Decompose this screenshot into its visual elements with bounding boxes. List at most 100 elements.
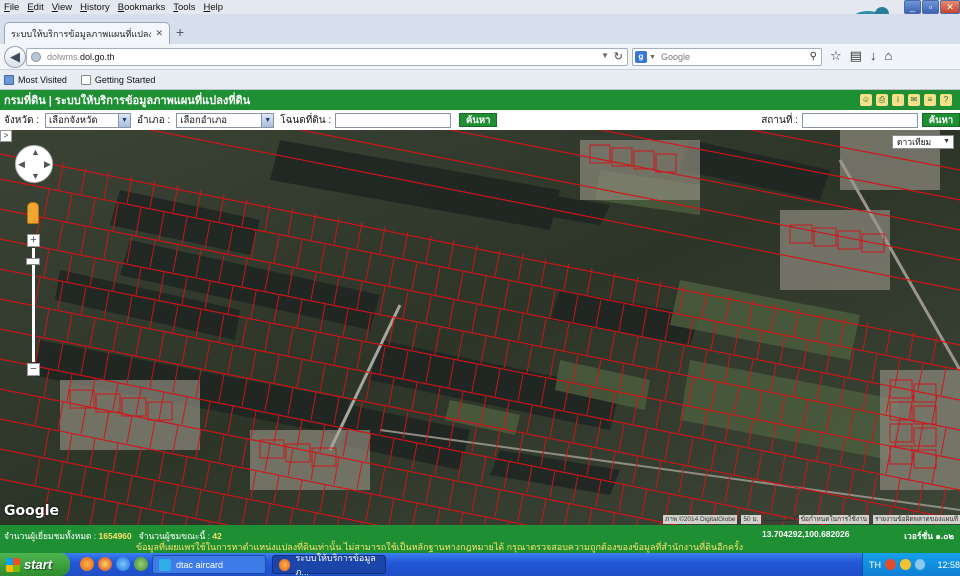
firefox-icon[interactable] [80, 557, 94, 571]
scale-label: 50 ม. [741, 514, 761, 524]
collapse-panel-button[interactable]: > [0, 130, 12, 142]
scale-bar [764, 517, 795, 521]
menu-bookmarks[interactable]: Bookmarks [118, 2, 166, 13]
taskbar-item-dtac[interactable]: dtac aircard [152, 555, 266, 574]
language-indicator[interactable]: TH [869, 560, 881, 570]
taskbar-item-firefox[interactable]: ระบบให้บริการข้อมูลภ... [272, 553, 386, 576]
dtac-icon [159, 558, 171, 571]
zoom-slider-track[interactable] [32, 248, 35, 362]
document-icon[interactable]: ≡ [924, 94, 936, 106]
pan-right-icon[interactable]: ▶ [44, 159, 51, 170]
most-visited-icon [4, 74, 14, 85]
deed-search-button[interactable]: ค้นหา [459, 113, 498, 127]
search-bar[interactable]: g ▼ Google ⚲ [632, 48, 822, 66]
disclaimer-text: ข้อมูลที่เผยแพร่ใช้ในการหาตำแหน่งแปลงที่… [136, 542, 744, 552]
print-icon[interactable]: ⎙ [876, 94, 888, 106]
tab-bar: ระบบให้บริการข้อมูลภาพแผนที่แปลงที่ดิ...… [0, 14, 960, 44]
pan-left-icon[interactable]: ◀ [18, 159, 25, 170]
bookmark-most-visited[interactable]: Most Visited [4, 74, 67, 85]
chevron-down-icon: ▼ [118, 113, 130, 127]
windows-logo-icon [6, 557, 20, 572]
start-label: start [24, 557, 53, 572]
district-select-value: เลือกอำเภอ [180, 114, 227, 126]
site-footer: จำนวนผู้เยี่ยมชมทั้งหมด : 1654960 จำนวนผ… [0, 525, 960, 553]
zoom-slider-thumb[interactable] [26, 258, 40, 265]
menu-history[interactable]: History [80, 2, 110, 13]
map-type-select[interactable]: ดาวเทียม ▼ [892, 135, 954, 149]
place-label: สถานที่ : [761, 114, 798, 126]
header-icons: ☺ ⎙ i ✉ ≡ ? [860, 94, 952, 106]
browser-tab-active[interactable]: ระบบให้บริการข้อมูลภาพแผนที่แปลงที่ดิ...… [4, 22, 170, 44]
mail-icon[interactable]: ✉ [908, 94, 920, 106]
terms-link[interactable]: ข้อกำหนดในการใช้งาน [798, 514, 870, 524]
window-controls: _ ▫ ✕ [903, 0, 960, 14]
globe-icon [31, 52, 41, 62]
home-icon[interactable]: ⌂ [884, 48, 892, 64]
district-select[interactable]: เลือกอำเภอ ▼ [176, 112, 275, 128]
info-icon[interactable]: i [892, 94, 904, 106]
new-tab-button[interactable]: + [176, 24, 184, 40]
menu-view[interactable]: View [52, 2, 72, 13]
total-visitors-count: 1654960 [98, 531, 132, 541]
place-input[interactable] [801, 112, 918, 128]
site-header: กรมที่ดิน | ระบบให้บริการข้อมูลภาพแผนที่… [0, 90, 960, 110]
province-label: จังหวัด : [4, 114, 39, 126]
bookmark-star-icon[interactable]: ☆ [830, 48, 842, 64]
search-icon[interactable]: ⚲ [810, 51, 817, 62]
show-desktop-icon[interactable] [134, 557, 148, 571]
pan-down-icon[interactable]: ▼ [31, 171, 40, 181]
place-search-button[interactable]: ค้นหา [921, 113, 960, 127]
back-button[interactable]: ◀ [4, 46, 26, 68]
bookmark-getting-started[interactable]: Getting Started [80, 74, 155, 85]
search-input[interactable]: Google [661, 52, 690, 62]
navigation-bar: ◀ dolwms.dol.go.th ▼ ↻ g ▼ Google ⚲ ☆ ▤ … [0, 44, 960, 70]
user-icon[interactable]: ☺ [860, 94, 872, 106]
close-window-button[interactable]: ✕ [940, 0, 960, 14]
map-type-label: ดาวเทียม [897, 137, 932, 147]
pan-up-icon[interactable]: ▲ [31, 147, 40, 157]
parcel-search-form: จังหวัด : เลือกจังหวัด ▼ อำเภอ : เลือกอำ… [0, 110, 960, 130]
firefox-icon [279, 558, 291, 571]
google-engine-icon[interactable]: g [635, 51, 647, 63]
street-view-pegman-icon[interactable] [27, 202, 39, 224]
chrome-icon[interactable] [98, 557, 112, 571]
zoom-out-button[interactable]: − [27, 363, 40, 376]
deed-label: โฉนดที่ดิน : [280, 114, 332, 126]
start-button[interactable]: start [0, 553, 70, 576]
menu-help[interactable]: Help [203, 2, 223, 13]
task-label: ระบบให้บริการข้อมูลภ... [295, 552, 376, 576]
reload-icon[interactable]: ↻ [614, 50, 623, 63]
menu-file[interactable]: File [4, 2, 19, 13]
pan-control[interactable]: ▲ ▼ ◀ ▶ [15, 145, 53, 183]
imagery-credit: ภาพ ©2014 DigitalGlobe [662, 514, 738, 524]
url-dropdown-icon[interactable]: ▼ [601, 51, 609, 60]
bookmarks-bar: Most Visited Getting Started [0, 70, 960, 90]
tab-title: ระบบให้บริการข้อมูลภาพแผนที่แปลงที่ดิ... [11, 28, 152, 39]
page-title: กรมที่ดิน | ระบบให้บริการข้อมูลภาพแผนที่… [4, 95, 251, 107]
engine-dropdown-icon[interactable]: ▼ [649, 54, 656, 61]
bookmarks-menu-icon[interactable]: ▤ [850, 48, 862, 64]
network-icon[interactable] [899, 559, 911, 570]
volume-icon[interactable] [914, 559, 926, 570]
internet-explorer-icon[interactable] [116, 557, 130, 571]
menu-edit[interactable]: Edit [27, 2, 43, 13]
report-error-link[interactable]: รายงานข้อผิดพลาดของแผนที่ [873, 514, 960, 524]
menu-tools[interactable]: Tools [173, 2, 195, 13]
help-icon[interactable]: ? [940, 94, 952, 106]
antivirus-icon[interactable] [885, 559, 896, 570]
quick-launch [80, 557, 148, 571]
restore-button[interactable]: ▫ [922, 0, 939, 14]
url-bar[interactable]: dolwms.dol.go.th ▼ ↻ [26, 48, 628, 66]
close-tab-icon[interactable]: ✕ [155, 28, 163, 39]
windows-taskbar: start dtac aircard ระบบให้บริการข้อมูลภ.… [0, 553, 960, 576]
url-text: dolwms.dol.go.th [47, 52, 115, 62]
zoom-in-button[interactable]: + [27, 234, 40, 247]
province-select[interactable]: เลือกจังหวัด ▼ [45, 112, 131, 128]
download-icon[interactable]: ↓ [870, 48, 877, 64]
deed-number-input[interactable] [335, 112, 452, 128]
parcel-map-layer [0, 130, 960, 525]
minimize-button[interactable]: _ [904, 0, 921, 14]
chevron-down-icon: ▼ [943, 138, 950, 145]
satellite-map[interactable]: > ดาวเทียม ▼ ▲ ▼ ◀ ▶ + − Google ภาพ ©201… [0, 130, 960, 525]
google-logo: Google [4, 503, 60, 519]
